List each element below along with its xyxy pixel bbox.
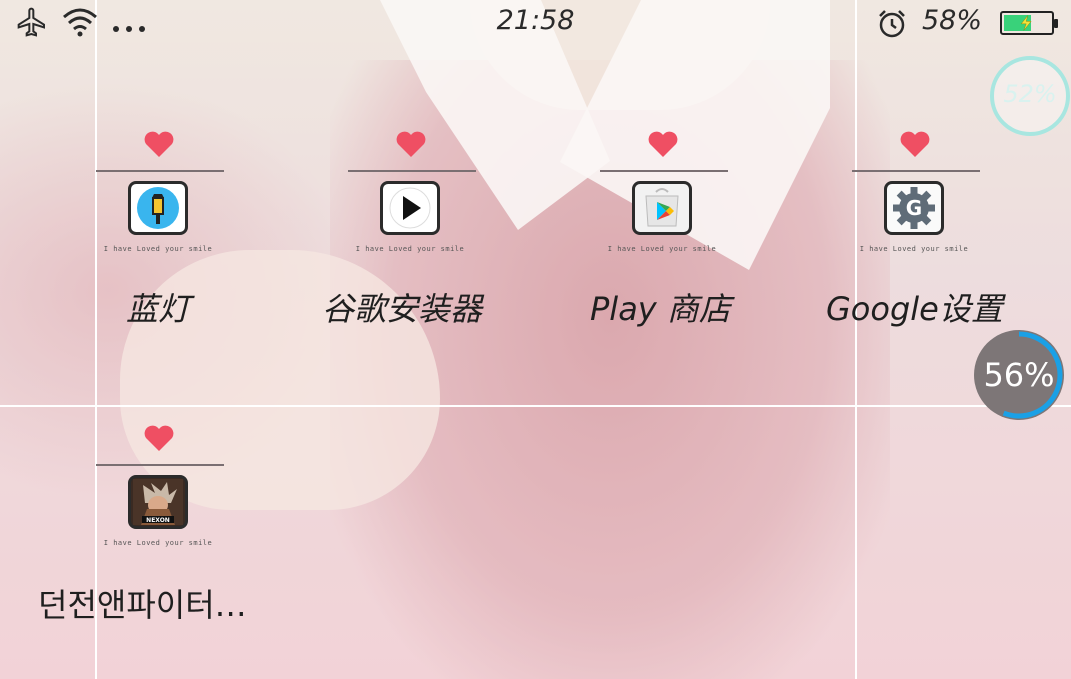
- svg-text:G: G: [906, 196, 922, 220]
- heart-icon: [396, 131, 426, 157]
- svg-text:NEXON: NEXON: [146, 517, 170, 524]
- heart-icon: [900, 131, 930, 157]
- wallpaper: [0, 0, 1071, 679]
- memory-gauge-top-text: 52%: [1003, 80, 1057, 108]
- lantern-icon: [128, 181, 188, 235]
- app-label-google-settings[interactable]: Google设置: [826, 284, 1003, 330]
- google-installer-icon: [380, 181, 440, 235]
- play-store-icon: [632, 181, 692, 235]
- divider: [96, 170, 224, 172]
- memory-gauge-top[interactable]: 52%: [988, 54, 1071, 138]
- app-label-play-store[interactable]: Play 商店: [590, 284, 731, 330]
- dungeon-fighter-icon: NEXON: [128, 475, 188, 529]
- clock: 21:58: [496, 5, 575, 36]
- app-label-google-installer[interactable]: 谷歌安装器: [322, 284, 482, 330]
- tagline: I have Loved your smile: [103, 245, 213, 253]
- battery-icon: [1000, 11, 1058, 35]
- divider: [96, 464, 224, 466]
- divider: [600, 170, 728, 172]
- alarm-icon: [876, 8, 908, 44]
- status-bar: 21:58 58%: [0, 0, 1071, 46]
- heart-icon: [144, 425, 174, 451]
- divider: [852, 170, 980, 172]
- grid-line-h1: [0, 405, 1071, 407]
- heart-icon: [648, 131, 678, 157]
- heart-icon: [144, 131, 174, 157]
- tagline: I have Loved your smile: [355, 245, 465, 253]
- tagline: I have Loved your smile: [103, 539, 213, 547]
- tagline: I have Loved your smile: [859, 245, 969, 253]
- app-label-lantern[interactable]: 蓝灯: [126, 284, 190, 330]
- divider: [348, 170, 476, 172]
- tagline: I have Loved your smile: [607, 245, 717, 253]
- google-settings-icon: G: [884, 181, 944, 235]
- grid-line-v1: [95, 0, 97, 679]
- memory-gauge-mid-text: 56%: [983, 356, 1055, 394]
- app-label-dungeon-fighter[interactable]: 던전앤파이터…: [38, 580, 247, 626]
- memory-gauge-mid[interactable]: 56%: [972, 328, 1066, 422]
- battery-percent: 58%: [922, 5, 983, 36]
- grid-line-v2: [855, 0, 857, 679]
